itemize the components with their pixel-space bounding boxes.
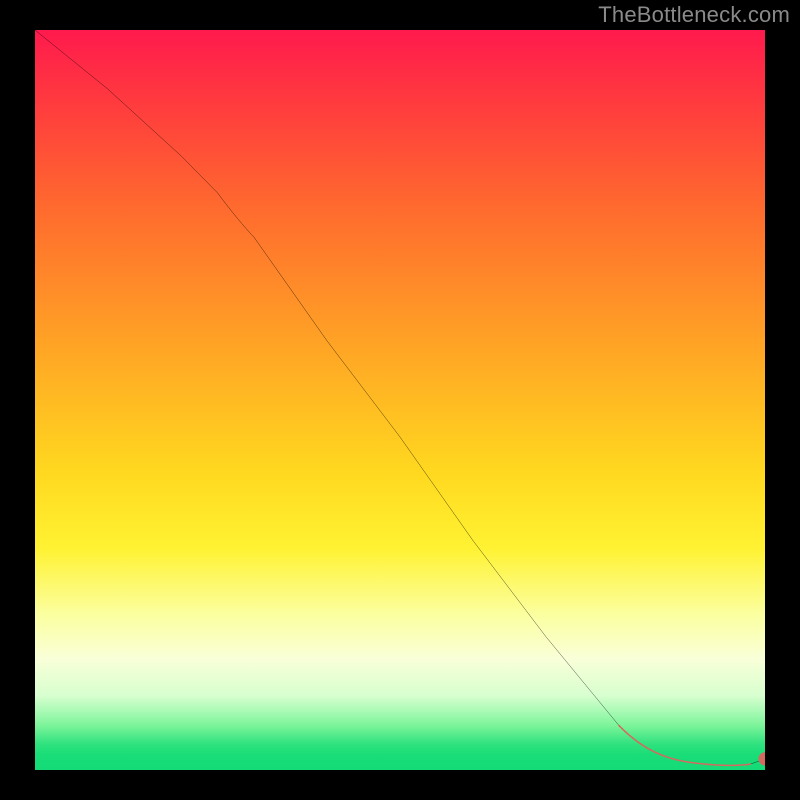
chart-frame: TheBottleneck.com: [0, 0, 800, 800]
plot-area: [35, 30, 765, 770]
highlight-segment-stroke: [619, 726, 750, 766]
chart-svg: [35, 30, 765, 770]
main-curve: [35, 30, 765, 765]
watermark-text: TheBottleneck.com: [598, 2, 790, 28]
highlight-end-marker: [758, 752, 765, 765]
